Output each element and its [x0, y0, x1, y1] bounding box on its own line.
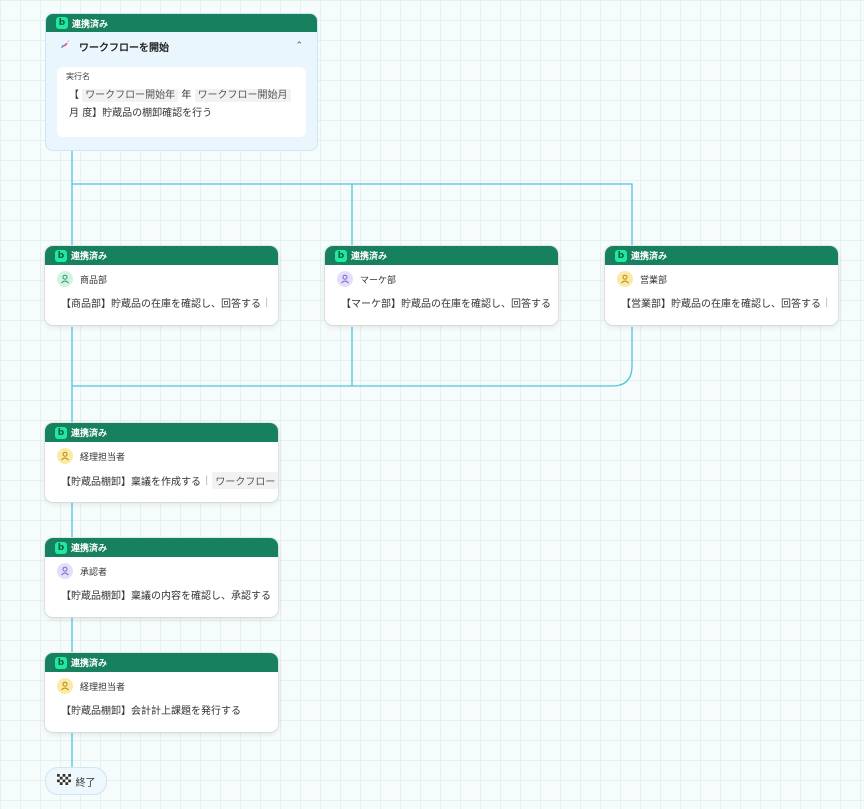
- assignee-label: 経理担当者: [80, 682, 126, 693]
- workflow-node-approve[interactable]: b 連携済み 承認者 【貯蔵品棚卸】稟議の内容を確認し、承認する: [45, 538, 278, 617]
- status-label: 連携済み: [72, 19, 109, 30]
- separator: |: [825, 297, 829, 308]
- connected-badge-icon: b: [55, 541, 67, 554]
- assignee-label: 商品部: [80, 275, 108, 286]
- connected-badge-icon: b: [335, 249, 347, 262]
- connected-badge-icon: b: [55, 426, 67, 439]
- variable-chip-year[interactable]: ワークフロー開始年: [82, 89, 179, 102]
- status-label: 連携済み: [71, 544, 108, 554]
- assignee: 商品部: [57, 271, 278, 287]
- workflow-node-marke[interactable]: b 連携済み マーケ部 【マーケ部】貯蔵品の在庫を確認し、回答する: [325, 246, 558, 325]
- task-title: 【商品部】貯蔵品の在庫を確認し、回答する |: [61, 295, 278, 310]
- connected-badge-icon: b: [55, 249, 67, 262]
- person-icon: [57, 448, 73, 464]
- node-status-header: b 連携済み: [325, 246, 558, 265]
- status-label: 連携済み: [71, 252, 108, 262]
- execution-name-label: 実行名: [66, 72, 90, 81]
- person-icon: [337, 271, 353, 287]
- person-icon: [57, 563, 73, 579]
- separator: |: [205, 475, 209, 486]
- node-status-header: b 連携済み: [605, 246, 838, 265]
- connected-badge-icon: b: [615, 249, 627, 262]
- person-icon: [617, 271, 633, 287]
- assignee-label: マーケ部: [360, 275, 397, 286]
- workflow-node-eigyo[interactable]: b 連携済み 営業部 【営業部】貯蔵品の在庫を確認し、回答する |: [605, 246, 838, 325]
- task-text: 【貯蔵品棚卸】会計計上課題を発行する: [61, 706, 241, 717]
- name-text: 【: [69, 90, 79, 101]
- person-icon: [57, 271, 73, 287]
- end-label: 終了: [75, 777, 96, 789]
- workflow-node-ringi-create[interactable]: b 連携済み 経理担当者 【貯蔵品棚卸】稟議を作成する | ワークフロー: [45, 423, 278, 502]
- start-status-header: b 連携済み: [46, 14, 317, 32]
- task-text: 【商品部】貯蔵品の在庫を確認し、回答する: [61, 299, 261, 310]
- node-status-header: b 連携済み: [45, 653, 278, 672]
- assignee: 経理担当者: [57, 448, 278, 464]
- execution-name-field[interactable]: 実行名 【 ワークフロー開始年 年 ワークフロー開始月 月 度】貯蔵品の棚卸確認…: [57, 67, 306, 137]
- task-title: 【マーケ部】貯蔵品の在庫を確認し、回答する: [341, 295, 558, 310]
- status-label: 連携済み: [71, 659, 108, 669]
- checkered-flag-icon: [56, 774, 71, 788]
- task-title: 【貯蔵品棚卸】会計計上課題を発行する: [61, 702, 278, 717]
- person-icon: [57, 678, 73, 694]
- assignee: マーケ部: [337, 271, 558, 287]
- assignee-label: 経理担当者: [80, 452, 126, 463]
- workflow-node-accounting[interactable]: b 連携済み 経理担当者 【貯蔵品棚卸】会計計上課題を発行する: [45, 653, 278, 732]
- execution-name-value[interactable]: 【 ワークフロー開始年 年 ワークフロー開始月 月 度】貯蔵品の棚卸確認を行う: [69, 87, 299, 123]
- variable-chip-workflow[interactable]: ワークフロー: [212, 472, 278, 489]
- assignee: 営業部: [617, 271, 838, 287]
- start-title-text: ワークフローを開始: [79, 42, 169, 54]
- status-label: 連携済み: [351, 252, 388, 262]
- task-title: 【貯蔵品棚卸】稟議の内容を確認し、承認する: [61, 587, 278, 602]
- name-text: 月: [69, 108, 79, 119]
- name-text: 度】貯蔵品の棚卸確認を行う: [82, 108, 213, 119]
- start-title: ワークフローを開始: [58, 38, 317, 54]
- assignee-label: 営業部: [640, 275, 668, 286]
- workflow-start-card[interactable]: b 連携済み ワークフローを開始 ⌃ 実行名 【 ワークフロー開始年 年 ワーク…: [45, 13, 318, 151]
- node-status-header: b 連携済み: [45, 246, 278, 265]
- workflow-node-shohin[interactable]: b 連携済み 商品部 【商品部】貯蔵品の在庫を確認し、回答する |: [45, 246, 278, 325]
- workflow-end-node[interactable]: 終了: [45, 767, 107, 795]
- task-text: 【マーケ部】貯蔵品の在庫を確認し、回答する: [341, 299, 551, 310]
- name-text: 年: [181, 90, 192, 101]
- assignee: 経理担当者: [57, 678, 278, 694]
- status-label: 連携済み: [631, 252, 668, 262]
- task-text: 【貯蔵品棚卸】稟議の内容を確認し、承認する: [61, 591, 271, 602]
- assignee: 承認者: [57, 563, 278, 579]
- task-title: 【貯蔵品棚卸】稟議を作成する | ワークフロー: [61, 472, 278, 489]
- assignee-label: 承認者: [80, 567, 108, 578]
- connected-badge-icon: b: [56, 17, 68, 29]
- connected-badge-icon: b: [55, 656, 67, 669]
- separator: |: [265, 297, 269, 308]
- node-status-header: b 連携済み: [45, 538, 278, 557]
- task-text: 【営業部】貯蔵品の在庫を確認し、回答する: [621, 299, 821, 310]
- task-text: 【貯蔵品棚卸】稟議を作成する: [61, 477, 201, 488]
- rocket-icon: [58, 38, 71, 54]
- variable-chip-month[interactable]: ワークフロー開始月: [194, 89, 291, 102]
- status-label: 連携済み: [71, 429, 108, 439]
- task-title: 【営業部】貯蔵品の在庫を確認し、回答する |: [621, 295, 838, 310]
- node-status-header: b 連携済み: [45, 423, 278, 442]
- chevron-up-icon[interactable]: ⌃: [295, 41, 303, 51]
